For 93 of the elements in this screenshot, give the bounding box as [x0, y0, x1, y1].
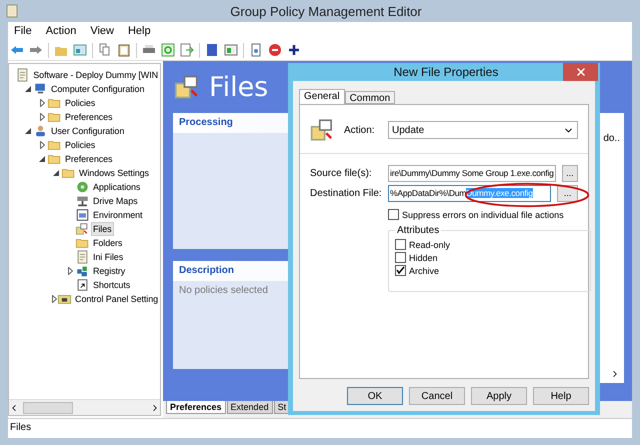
checkbox[interactable]: [395, 265, 406, 276]
dialog-button[interactable]: Cancel: [409, 387, 465, 405]
checkbox[interactable]: [388, 209, 399, 220]
collapsed-arrow-icon[interactable]: [40, 113, 44, 121]
disc-icon: [75, 180, 90, 194]
tree-item[interactable]: Windows Settings: [77, 166, 151, 180]
clipboard-icon[interactable]: [117, 43, 131, 57]
export-icon[interactable]: [180, 43, 194, 57]
refresh-icon[interactable]: [161, 43, 175, 57]
tree-item[interactable]: Applications: [91, 180, 142, 194]
close-button[interactable]: [563, 63, 598, 81]
tree-item[interactable]: Software - Deploy Dummy [WIN: [31, 68, 160, 82]
tree-item[interactable]: Drive Maps: [91, 194, 140, 208]
collapsed-arrow-icon[interactable]: [40, 141, 44, 149]
menu-item[interactable]: Action: [46, 25, 76, 37]
document-icon: [15, 68, 30, 82]
expanded-arrow-icon[interactable]: [25, 86, 31, 92]
destination-field[interactable]: %AppDataDir%\DumDummy.exe.config: [388, 184, 552, 202]
view-tab[interactable]: Extended: [226, 401, 273, 414]
tree-item[interactable]: Files: [91, 222, 114, 236]
files-icon: [75, 222, 90, 236]
tree-item[interactable]: Control Panel Setting: [73, 292, 160, 306]
folder-icon: [47, 152, 62, 166]
dialog-button[interactable]: OK: [347, 387, 403, 405]
tree-item[interactable]: User Configuration: [49, 124, 126, 138]
source-field[interactable]: ire\Dummy\Dummy Some Group 1.exe.config: [388, 164, 556, 182]
folder-icon: [75, 236, 90, 250]
cubes-icon: [75, 264, 90, 278]
expanded-arrow-icon[interactable]: [39, 156, 45, 162]
window-title: Group Policy Management Editor: [229, 4, 423, 18]
drive-icon: [75, 194, 90, 208]
document-icon: [75, 250, 90, 264]
checkbox-label: Read-only: [409, 240, 450, 250]
shortcut-icon: [75, 278, 90, 292]
tree-item[interactable]: Registry: [91, 264, 128, 278]
checkbox-label: Suppress errors on individual file actions: [402, 210, 564, 220]
checkbox[interactable]: [395, 239, 406, 250]
collapsed-arrow-icon[interactable]: [40, 99, 44, 107]
menu-item[interactable]: Help: [128, 25, 151, 37]
action-dropdown[interactable]: Update: [388, 121, 578, 139]
group-title: Attributes: [396, 225, 440, 236]
checkbox[interactable]: [395, 252, 406, 263]
folder-icon: [47, 110, 62, 124]
tree-item[interactable]: Policies: [63, 96, 98, 110]
menu-item[interactable]: File: [14, 25, 32, 37]
checkbox-label: Archive: [409, 266, 440, 276]
tree-item[interactable]: Preferences: [63, 110, 114, 124]
dialog-tab[interactable]: Common: [344, 91, 396, 104]
tree-item[interactable]: Ini Files: [91, 250, 126, 264]
collapsed-arrow-icon[interactable]: [68, 267, 72, 275]
back-arrow-icon[interactable]: [10, 43, 24, 57]
panel-text: No policies selected: [178, 284, 269, 298]
tree-item[interactable]: Preferences: [63, 152, 114, 166]
list-text: do..: [603, 133, 620, 144]
browse-button[interactable]: ...: [562, 164, 578, 182]
users-icon: [33, 124, 48, 138]
panel-icon[interactable]: [224, 43, 238, 57]
computer-icon: [33, 82, 48, 96]
expanded-arrow-icon[interactable]: [53, 170, 59, 176]
expanded-arrow-icon[interactable]: [25, 128, 31, 134]
forward-arrow-icon[interactable]: [29, 43, 43, 57]
horizontal-scrollbar[interactable]: [9, 399, 160, 415]
tree-item[interactable]: Shortcuts: [91, 278, 132, 292]
window-icon: [75, 208, 90, 222]
view-tab[interactable]: Preferences: [166, 401, 226, 414]
dialog-title: New File Properties: [392, 65, 500, 79]
checkbox-label: Hidden: [409, 252, 438, 262]
tree-item[interactable]: Folders: [91, 236, 124, 250]
collapsed-arrow-icon[interactable]: [52, 295, 57, 303]
field-label: Action:: [344, 124, 376, 136]
scroll-thumb[interactable]: [23, 402, 73, 414]
pane-icon[interactable]: [73, 43, 87, 57]
page-title: Files: [209, 72, 268, 102]
dialog-button[interactable]: Apply: [471, 387, 527, 405]
control-panel-icon: [57, 292, 72, 306]
status-text: Files: [10, 422, 32, 433]
folder-icon: [47, 96, 62, 110]
tree-item[interactable]: Policies: [63, 138, 98, 152]
field-label: Source file(s):: [310, 168, 373, 178]
dialog-button[interactable]: Help: [533, 387, 589, 405]
document-icon[interactable]: [249, 43, 263, 57]
field-label: Destination File:: [310, 188, 383, 198]
dialog-tab[interactable]: General: [299, 89, 345, 104]
folder-icon: [47, 138, 62, 152]
stop-icon[interactable]: [268, 43, 282, 57]
tree-item[interactable]: Computer Configuration: [49, 82, 146, 96]
menu-item[interactable]: View: [90, 25, 114, 37]
copy-icon[interactable]: [98, 43, 112, 57]
app-icon: [6, 4, 18, 18]
close-icon: [574, 66, 586, 78]
tree-item[interactable]: Environment: [91, 208, 144, 222]
folder-icon: [61, 166, 76, 180]
plus-icon[interactable]: [287, 43, 301, 57]
